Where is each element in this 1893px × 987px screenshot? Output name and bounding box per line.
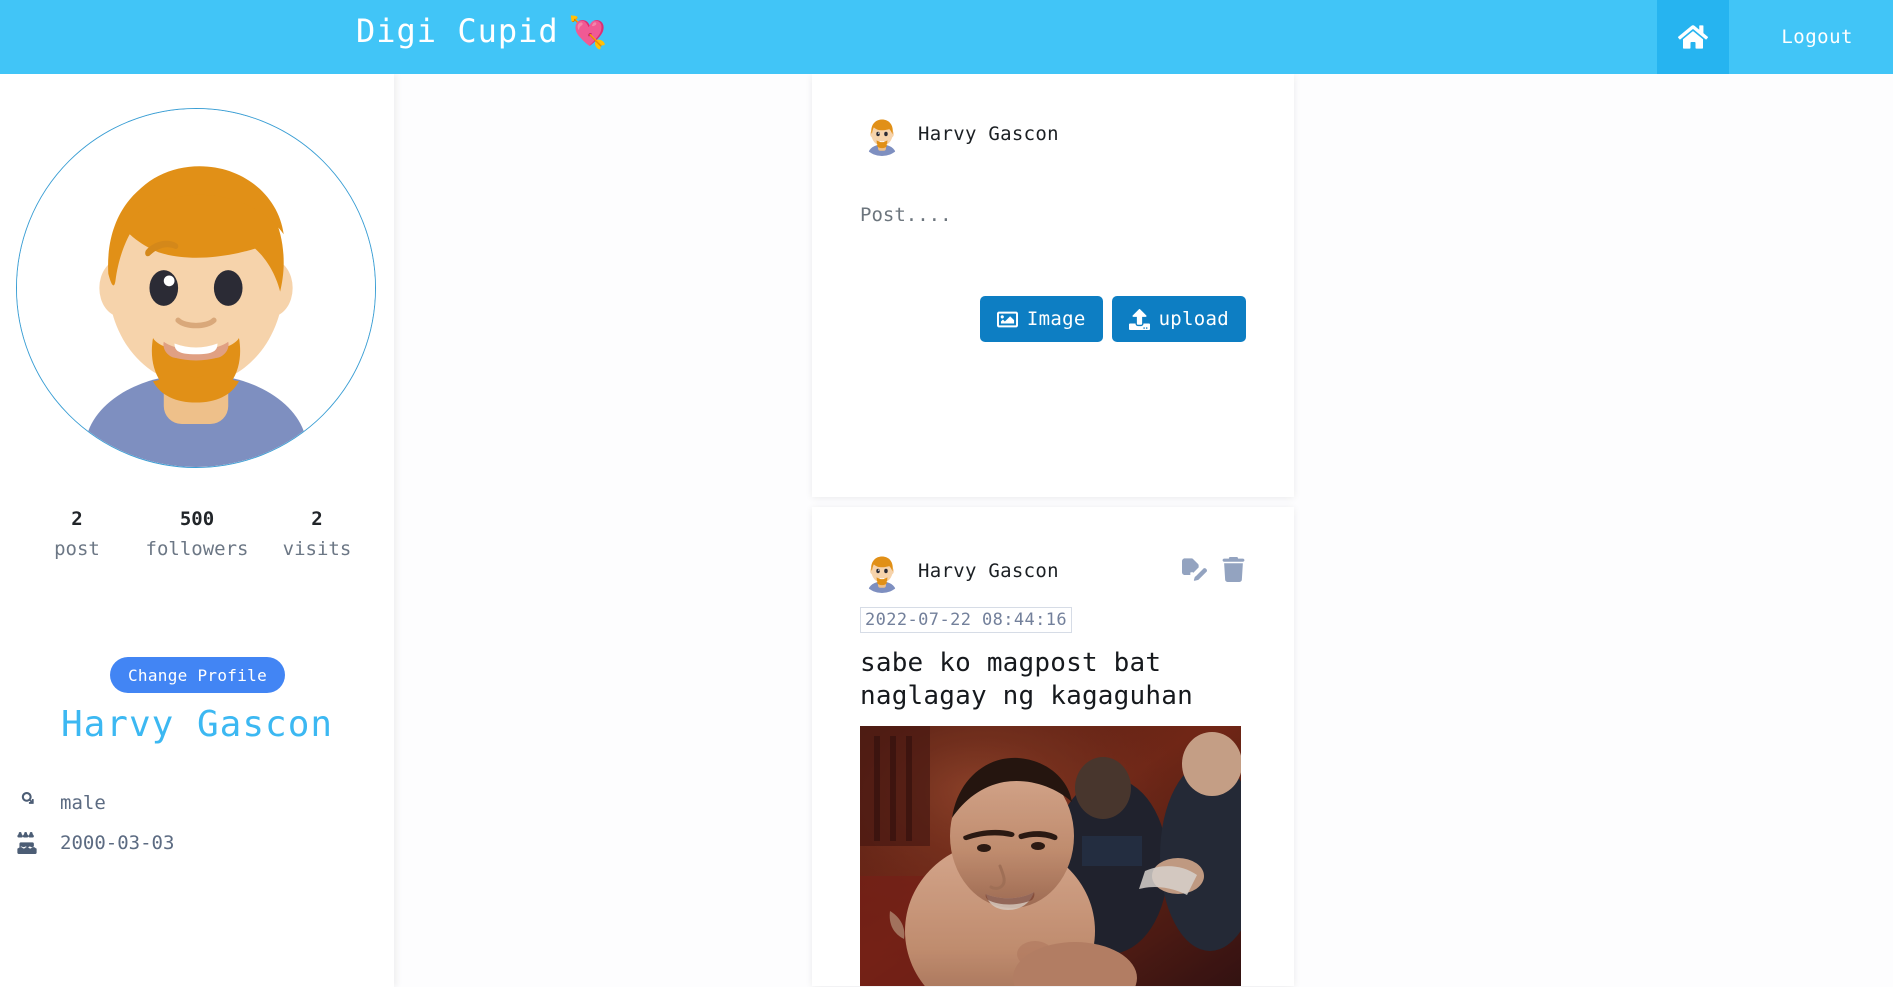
gender-icon (14, 792, 40, 814)
upload-icon (1128, 308, 1150, 330)
brand-title: Digi Cupid (356, 12, 559, 50)
profile-stats: 2 post 500 followers 2 visits (0, 504, 394, 564)
post-composer-card: Harvy Gascon Image upload (812, 74, 1294, 497)
nav-home-button[interactable] (1657, 0, 1730, 74)
profile-birthday-value: 2000-03-03 (60, 832, 175, 854)
logout-label: Logout (1781, 26, 1853, 48)
image-icon (996, 309, 1018, 330)
upload-button[interactable]: upload (1111, 296, 1246, 342)
post-author-name: Harvy Gascon (918, 560, 1059, 582)
post-timestamp: 2022-07-22 08:44:16 (860, 607, 1073, 633)
stat-visits-value: 2 (311, 508, 323, 530)
profile-gender-value: male (60, 792, 106, 814)
stat-followers-value: 500 (179, 508, 215, 530)
composer-actions: Image upload (979, 296, 1246, 342)
upload-button-label: upload (1158, 308, 1229, 330)
composer-author: Harvy Gascon (860, 112, 1246, 156)
change-profile-button[interactable]: Change Profile (110, 657, 285, 693)
post-image-illustration (860, 725, 1241, 986)
profile-birthday-row: 2000-03-03 (14, 832, 174, 854)
stat-post-value: 2 (71, 508, 83, 530)
profile-sidebar: 2 post 500 followers 2 visits Change Pro… (0, 74, 394, 987)
post-tools (1182, 557, 1246, 582)
stat-followers: 500 followers (137, 504, 257, 564)
trash-icon[interactable] (1221, 557, 1246, 582)
stat-post: 2 post (17, 504, 137, 564)
profile-avatar[interactable] (16, 108, 376, 468)
image-button-label: Image (1026, 308, 1086, 330)
profile-name: Harvy Gascon (60, 704, 334, 745)
image-button[interactable]: Image (979, 296, 1103, 342)
stat-visits: 2 visits (257, 504, 377, 564)
cupid-heart-icon: 💘 (568, 14, 609, 51)
navbar-right: Logout (1657, 0, 1893, 74)
post-input[interactable] (860, 204, 1246, 264)
post-card: Harvy Gascon 2022-07-22 08:44:16 sabe ko… (812, 507, 1294, 986)
post-text: sabe ko magpost bat naglagay ng kagaguha… (860, 648, 1193, 712)
post-image[interactable] (860, 725, 1241, 986)
stat-post-label: post (54, 538, 100, 560)
avatar (860, 112, 904, 156)
stat-visits-label: visits (282, 538, 352, 560)
feed-column: Harvy Gascon Image upload (812, 74, 1294, 986)
avatar (860, 549, 904, 593)
edit-file-pen-icon[interactable] (1182, 557, 1207, 582)
logout-button[interactable]: Logout (1729, 0, 1893, 74)
stat-followers-label: followers (145, 538, 249, 560)
composer-author-name: Harvy Gascon (918, 123, 1059, 145)
birthday-cake-icon (14, 832, 40, 854)
brand[interactable]: Digi Cupid 💘 (356, 12, 608, 50)
avatar-illustration (17, 109, 375, 467)
top-navbar: Digi Cupid 💘 Logout (0, 0, 1893, 74)
home-icon (1678, 22, 1709, 52)
profile-gender-row: male (14, 792, 106, 814)
